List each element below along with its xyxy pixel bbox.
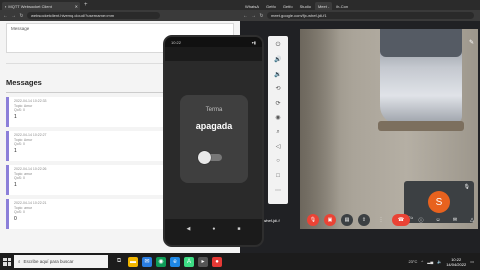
url-field[interactable]: websocketclient.hivemq.cloud/?username=m… [27, 12, 160, 19]
switch-thumb [198, 151, 211, 164]
android-studio-icon[interactable]: A [184, 256, 194, 267]
tab-label: Meet - [317, 3, 330, 9]
mic-off-icon: 🎙 [463, 184, 470, 190]
mail-icon[interactable]: ✉ [142, 256, 152, 267]
forward-icon[interactable]: → [11, 13, 16, 19]
wall-shadow [300, 29, 340, 229]
address-bar-row: ← → ↻ websocketclient.hivemq.cloud/?user… [0, 10, 240, 21]
desktop: ▪ MQTT Websocket Client ✕ + ← → ↻ websoc… [0, 0, 480, 270]
rotate-left-icon[interactable]: ⟲ [273, 84, 283, 94]
status-bar: 10:22 ▾▮ [165, 37, 262, 47]
more-icon[interactable]: ⋯ [273, 185, 283, 195]
message-label: Message [11, 26, 30, 31]
device-title: Terma [205, 107, 223, 113]
android-emulator: 10:22 ▾▮ Terma apagada ◀ ● ■ [163, 35, 264, 247]
tab-whatsapp[interactable]: WhatsA [242, 2, 263, 10]
address-bar-row: ← → ↻ meet.google.com/fjx-whef-jdi-f1 [240, 10, 480, 21]
mic-button[interactable]: 🎙 [307, 214, 319, 226]
pin-icon[interactable]: ✎ [469, 39, 474, 46]
status-time: 10:22 [171, 39, 182, 45]
end-call-button[interactable]: ☎ [392, 214, 410, 226]
terminal-icon[interactable]: ▸ [198, 256, 208, 267]
notifications-icon[interactable]: ▭ [470, 259, 474, 264]
tab-getfo-2[interactable]: Getfo [279, 2, 296, 10]
back-icon[interactable]: ← [243, 13, 248, 19]
people-icon[interactable]: ☺ [432, 214, 444, 226]
power-icon[interactable]: ⏻ [273, 40, 283, 50]
weather-temp[interactable]: 23°C [408, 259, 417, 264]
tab-label: WhatsA [245, 3, 260, 9]
windows-logo-icon [3, 257, 11, 266]
new-tab-icon[interactable]: + [84, 2, 88, 8]
recents-icon[interactable]: ■ [237, 226, 240, 232]
edge-icon[interactable]: e [170, 256, 180, 267]
taskbar-apps: ⧉ ▬ ✉ ◉ e A ▸ ● [114, 256, 222, 267]
reload-icon[interactable]: ↻ [19, 13, 24, 19]
network-icon[interactable]: ▂▄ [427, 259, 433, 264]
meeting-code: fjx-whef-jdi-f [258, 217, 280, 223]
app-screen: Terma apagada [165, 61, 262, 219]
home-icon[interactable]: ● [212, 226, 215, 232]
meet-control-bar: fjx-whef-jdi-f 🎙 ▣ ▤ ⇪ ⋮ ☎ ⓘ ☺ ✉ △ [240, 209, 480, 231]
captions-button[interactable]: ▤ [341, 214, 353, 226]
camera-button[interactable]: ▣ [324, 214, 336, 226]
appliance-top [380, 29, 462, 57]
tab-title: MQTT Websocket Client [8, 3, 52, 9]
emulator-toolbar: ⏻ 🔊 🔉 ⟲ ⟳ ◉ ⌕ ◁ ○ □ ⋯ [268, 36, 288, 204]
chrome-icon[interactable]: ◉ [156, 256, 166, 267]
signal-icon: ▾▮ [251, 39, 256, 45]
tab-label: Getfo [266, 3, 276, 9]
start-button[interactable] [0, 253, 14, 270]
camera-icon[interactable]: ◉ [273, 113, 283, 123]
tab-label: ih-Con [336, 3, 349, 9]
tab-mqtt-client[interactable]: ▪ MQTT Websocket Client ✕ [2, 2, 80, 10]
chat-icon[interactable]: ✉ [449, 214, 461, 226]
tab-meet[interactable]: Meet - [314, 2, 333, 10]
tab-bar: ▪ MQTT Websocket Client ✕ + [0, 0, 240, 10]
system-tray: 23°C ^ ▂▄ 🔈 10:22 14/04/2022 ▭ [408, 257, 480, 267]
favicon-icon: ▪ [5, 3, 7, 9]
task-view-icon[interactable]: ⧉ [114, 257, 124, 267]
appliance-base [378, 121, 464, 131]
info-icon[interactable]: ⓘ [415, 214, 427, 226]
forward-icon[interactable]: → [251, 13, 256, 19]
file-explorer-icon[interactable]: ▬ [128, 256, 138, 267]
tab-getfo-1[interactable]: Getfo [263, 2, 279, 10]
present-button[interactable]: ⇪ [358, 214, 370, 226]
tab-studio[interactable]: Studio [296, 2, 314, 10]
power-switch[interactable] [198, 151, 224, 164]
close-tab-icon[interactable]: ✕ [75, 4, 78, 9]
tab-label: Studio [299, 3, 311, 9]
search-icon: ⌕ [18, 259, 21, 264]
taskbar-search[interactable]: ⌕ Escribe aquí para buscar [14, 255, 108, 268]
home-icon[interactable]: ○ [273, 156, 283, 166]
navigation-bar: ◀ ● ■ [165, 221, 262, 237]
overview-icon[interactable]: □ [273, 171, 283, 181]
clock[interactable]: 10:22 14/04/2022 [446, 257, 466, 267]
clock-date: 14/04/2022 [446, 261, 467, 267]
volume-up-icon[interactable]: 🔊 [273, 55, 283, 65]
url-field[interactable]: meet.google.com/fjx-whef-jdi-f1 [267, 12, 474, 19]
tab-label: Getfo [282, 3, 293, 9]
tab-ih-con[interactable]: ih-Con [333, 2, 352, 10]
reload-icon[interactable]: ↻ [259, 13, 264, 19]
zoom-icon[interactable]: ⌕ [273, 127, 283, 137]
app-icon[interactable]: ● [212, 256, 222, 267]
device-state: apagada [195, 121, 233, 131]
back-icon[interactable]: ◀ [187, 226, 191, 232]
activities-icon[interactable]: △ [466, 214, 478, 226]
rotate-right-icon[interactable]: ⟳ [273, 98, 283, 108]
back-icon[interactable]: ◁ [273, 142, 283, 152]
search-placeholder: Escribe aquí para buscar [23, 259, 74, 264]
device-card: Terma apagada [180, 95, 248, 183]
back-icon[interactable]: ← [3, 13, 8, 19]
chevron-up-icon[interactable]: ^ [421, 259, 423, 264]
volume-down-icon[interactable]: 🔉 [273, 69, 283, 79]
volume-icon[interactable]: 🔈 [437, 259, 442, 264]
more-options-icon[interactable]: ⋮ [375, 214, 387, 226]
windows-taskbar: ⌕ Escribe aquí para buscar ⧉ ▬ ✉ ◉ e A ▸… [0, 253, 480, 270]
tab-bar: WhatsA Getfo Getfo Studio Meet - ih-Con [240, 0, 480, 10]
